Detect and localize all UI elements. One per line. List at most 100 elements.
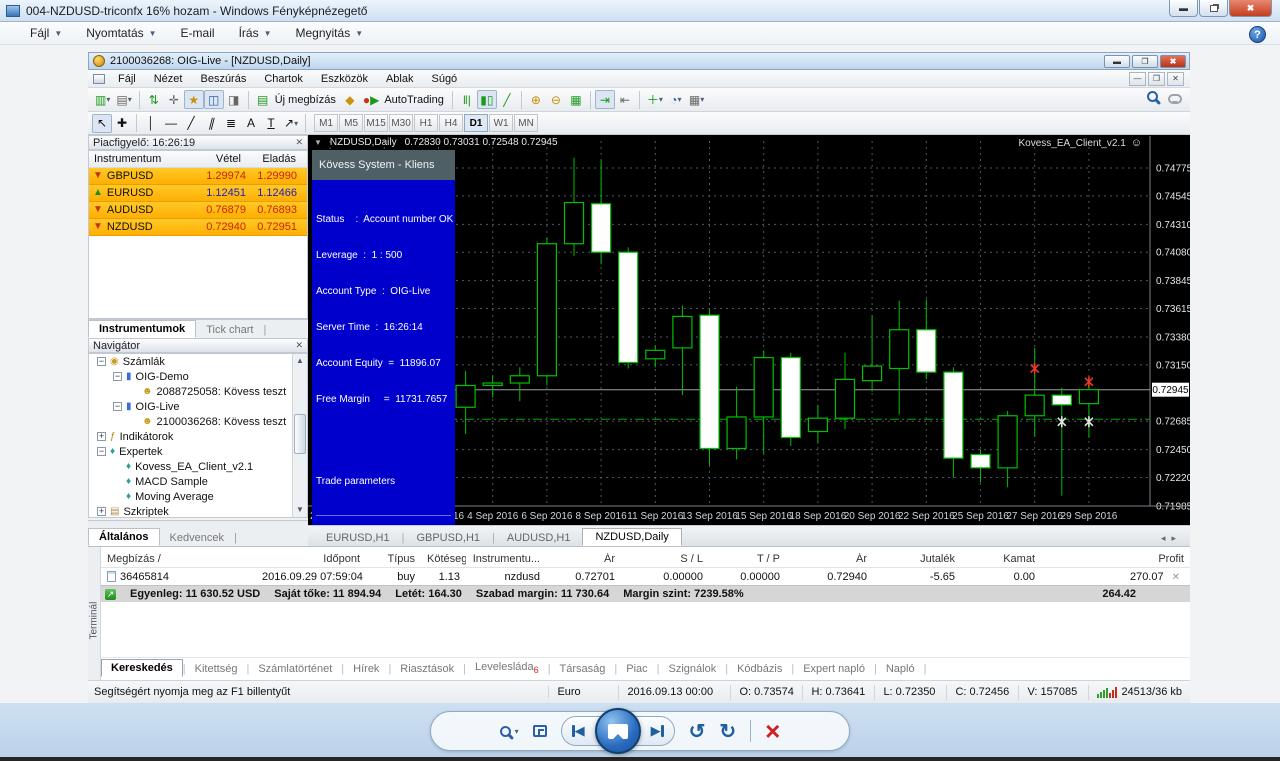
navigator-item[interactable]: −◉Számlák [89,354,307,369]
market-watch-row[interactable]: ▼AUDUSD0.768790.76893 [89,202,307,219]
navigator-item-label: Moving Average [135,491,214,503]
photo-mt4-screenshot: 2100036268: OIG-Live - [NZDUSD,Daily] ▬ … [88,52,1190,703]
tab-alerts[interactable]: Riasztások [391,661,463,677]
symbol-up-icon: ▲ [93,188,103,198]
tab-code-base[interactable]: Kódbázis [728,661,791,677]
bar-chart-icon: ‖| [457,90,477,109]
viewer-menu-open[interactable]: Megnyitás▼ [284,22,376,44]
expand-plus-icon[interactable]: + [97,432,106,441]
viewer-menu-email[interactable]: E-mail [169,22,227,44]
mt4-menu-file: Fájl [109,73,145,85]
y-axis-label: 0.71985 [1156,502,1190,513]
tab-scroll-arrows: ◂▸ [1161,533,1190,546]
scroll-up-icon: ▲ [293,354,307,368]
navigator-item[interactable]: +▤Szkriptek [89,504,307,518]
terminal-toggle-icon: ◫ [204,90,224,109]
order-row[interactable]: 36465814 2016.09.29 07:59:04 buy 1.13 nz… [101,568,1190,585]
market-watch-tabs: Instrumentumok Tick chart | [88,319,308,338]
navigator-item[interactable]: ♦MACD Sample [89,474,307,489]
x-axis-label: 11 Sep 2016 [627,511,683,522]
tab-account-history[interactable]: Számlatörténet [249,661,341,677]
tab-signals[interactable]: Szignálok [660,661,726,677]
chart-restore-icon: ❐ [1148,72,1165,86]
tile-windows-icon: ▦ [566,90,586,109]
symbol-name: GBPUSD [107,170,153,182]
tab-news[interactable]: Hírek [344,661,388,677]
arrows-tool-icon: ↗▾ [281,114,301,133]
mt4-menu-window: Ablak [377,73,423,85]
tab-company[interactable]: Társaság [551,661,615,677]
chart-shift-icon: ⇤ [615,90,635,109]
tab-expert-log[interactable]: Expert napló [794,661,874,677]
navigator-item[interactable]: −♦Expertek [89,444,307,459]
balance-row: ↗ Egyenleg: 11 630.52 USD Saját tőke: 11… [101,585,1190,602]
expand-minus-icon[interactable]: − [97,447,106,456]
tab-mailbox[interactable]: Levelesláda6 [466,659,548,677]
tab-exposure[interactable]: Kitettség [186,661,247,677]
close-icon: ✕ [295,137,303,148]
fit-to-window-button[interactable] [533,725,547,737]
navigator-item[interactable]: ♦Kovess_EA_Client_v2.1 [89,459,307,474]
candle-body [592,204,611,252]
tab-trade[interactable]: Kereskedés [101,659,183,677]
market-watch-row[interactable]: ▼NZDUSD0.729400.72951 [89,219,307,236]
rotate-counterclockwise-button[interactable]: ↺ [689,719,706,744]
mt4-titlebar: 2100036268: OIG-Live - [NZDUSD,Daily] ▬ … [88,52,1190,70]
tab-market[interactable]: Piac [617,661,656,677]
candle-body [917,330,936,372]
tab-journal[interactable]: Napló [877,661,924,677]
navigator-item[interactable]: ♦Moving Average [89,489,307,504]
next-button[interactable]: ▶ [651,723,664,739]
mt4-close-button: ✖ [1160,55,1186,68]
market-watch-row[interactable]: ▼GBPUSD1.299741.29990 [89,168,307,185]
status-help-text: Segítségért nyomja meg az F1 billentyűt [88,686,549,698]
trendline-tool-icon: ╱ [181,114,201,133]
symbol-name: EURUSD [107,187,153,199]
timeframe-m1: M1 [314,114,338,132]
navigator-item[interactable]: ☻2088725058: Kövess teszt [89,384,307,399]
chart-close-icon: ✕ [1167,72,1184,86]
candle-body [1025,395,1044,416]
viewer-app-icon [6,5,20,17]
viewer-close-button[interactable]: ✖ [1229,0,1272,17]
viewer-menu-file[interactable]: Fájl▼ [0,22,74,44]
mt4-menu-view: Nézet [145,73,192,85]
expand-plus-icon[interactable]: + [97,507,106,516]
close-order-icon[interactable]: ✕ [1164,572,1184,583]
chart-window-icon [93,74,105,84]
y-axis-label: 0.74775 [1156,164,1190,175]
help-icon[interactable]: ? [1249,26,1266,43]
viewer-restore-button[interactable] [1199,0,1228,17]
zoom-button[interactable]: ▾ [500,726,519,737]
x-axis-label: 6 Sep 2016 [521,511,573,522]
viewer-menu-burn[interactable]: Írás▼ [227,22,284,44]
profiles-icon: ▤▾ [113,90,134,109]
strategy-tester-icon: ◨ [224,90,244,109]
status-volume: V: 157085 [1019,685,1089,700]
navigator-item[interactable]: ☻2100036268: Kövess teszt [89,414,307,429]
navigator-scrollbar: ▲ ▼ [292,354,307,517]
previous-button[interactable]: ◀ [572,723,585,739]
timeframe-h4: H4 [439,114,463,132]
text-tool-icon: A [241,114,261,133]
y-axis-label: 0.73845 [1156,276,1190,287]
navigator-item[interactable]: −▮OIG-Demo [89,369,307,384]
viewer-minimize-button[interactable]: ▬ [1169,0,1198,17]
y-axis-label: 0.74545 [1156,191,1190,202]
bid-value: 0.76879 [194,204,246,216]
expand-minus-icon[interactable]: − [113,372,122,381]
mt4-minimize-button: ▬ [1104,55,1130,68]
rotate-clockwise-button[interactable]: ↻ [719,719,736,744]
navigator-item[interactable]: −▮OIG-Live [89,399,307,414]
expand-minus-icon[interactable]: − [97,357,106,366]
text-label-tool-icon: T [261,114,281,133]
slideshow-button[interactable] [595,708,641,754]
viewer-menu-print[interactable]: Nyomtatás▼ [74,22,168,44]
mt4-status-bar: Segítségért nyomja meg az F1 billentyűt … [88,680,1190,703]
delete-button[interactable]: × [765,721,780,741]
y-axis-label: 0.73615 [1156,304,1190,315]
expand-minus-icon[interactable]: − [113,402,122,411]
navigator-item[interactable]: +ƒIndikátorok [89,429,307,444]
candle-body [944,372,963,458]
market-watch-row[interactable]: ▲EURUSD1.124511.12466 [89,185,307,202]
